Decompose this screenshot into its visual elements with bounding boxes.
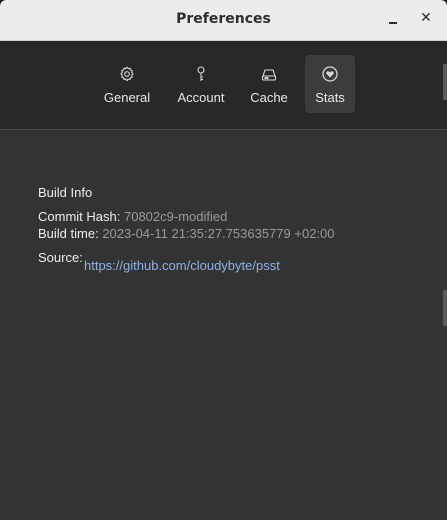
heart-icon	[322, 66, 338, 82]
build-time-label: Build time:	[38, 226, 99, 241]
gear-icon	[120, 66, 134, 82]
commit-hash-label: Commit Hash:	[38, 209, 121, 224]
tab-cache-label: Cache	[250, 90, 288, 105]
key-icon	[197, 66, 205, 81]
tab-account-label: Account	[177, 90, 225, 105]
source-link[interactable]: https://github.com/cloudybyte/psst	[84, 258, 280, 273]
background-window-edge	[443, 290, 447, 326]
title-bar[interactable]: Preferences ✕	[0, 0, 447, 41]
preferences-window: Preferences ✕ General Account Cache Stat…	[0, 0, 447, 520]
stats-panel: Build Info Commit Hash: 70802c9-modified…	[0, 130, 447, 520]
tab-general[interactable]: General	[100, 55, 154, 113]
commit-hash-row: Commit Hash: 70802c9-modified	[38, 209, 227, 224]
close-button[interactable]: ✕	[416, 10, 436, 30]
minimize-icon	[389, 22, 397, 24]
commit-hash-value: 70802c9-modified	[123, 209, 228, 224]
tab-stats[interactable]: Stats	[305, 55, 355, 113]
hard-drive-icon	[261, 69, 277, 81]
preferences-tab-bar: General Account Cache Stats	[0, 41, 447, 130]
source-label: Source:	[38, 250, 83, 265]
close-icon: ✕	[420, 10, 432, 26]
build-time-value: 2023-04-11 21:35:27.753635779 +02:00	[102, 226, 335, 241]
tab-account[interactable]: Account	[173, 55, 229, 113]
background-window-edge	[443, 64, 447, 100]
build-info-heading: Build Info	[38, 185, 93, 200]
minimize-button[interactable]	[384, 10, 404, 30]
window-title: Preferences	[176, 11, 271, 27]
tab-general-label: General	[103, 90, 151, 105]
tab-stats-label: Stats	[315, 90, 345, 105]
build-time-row: Build time: 2023-04-11 21:35:27.75363577…	[38, 226, 335, 241]
tab-cache[interactable]: Cache	[246, 55, 292, 113]
